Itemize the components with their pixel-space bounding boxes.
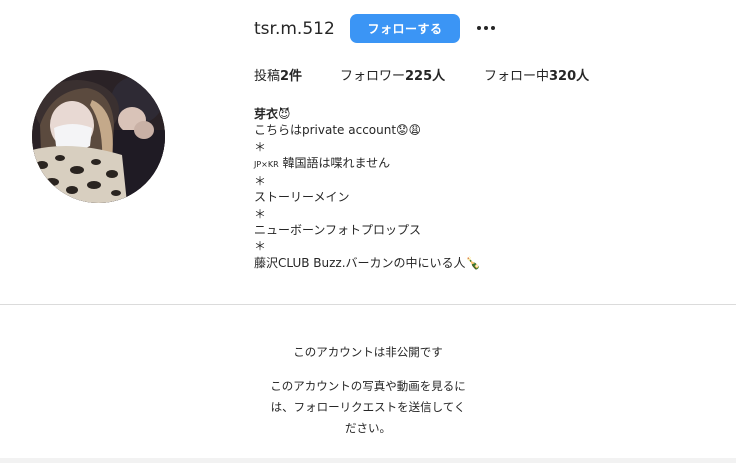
more-horizontal-icon (491, 26, 495, 30)
followers-stat[interactable]: フォロワー225人 (340, 68, 445, 86)
followers-label: フォロワー (340, 69, 406, 84)
followers-count: 225人 (405, 69, 446, 84)
more-horizontal-icon (484, 26, 488, 30)
display-name: 芽衣😈 (254, 107, 291, 121)
following-count: 320人 (549, 69, 590, 84)
following-label: フォロー中 (484, 69, 550, 84)
bio-line: JP×KR 韓国語は喋れません (254, 155, 481, 173)
divider (0, 304, 736, 305)
bio-text: 韓国語は喋れません (278, 155, 391, 170)
avatar-photo-icon (32, 70, 165, 203)
posts-count: 2件 (280, 69, 303, 84)
profile-page: tsr.m.512 フォローする 投稿2件 フォロワー225人 フォロー中320… (0, 0, 736, 463)
bio-line: ニューボーンフォトプロップス (254, 223, 422, 238)
bio-separator: ＊ (254, 139, 267, 154)
follow-button[interactable]: フォローする (350, 14, 460, 43)
bio: 芽衣😈 こちらはprivate account😟😩 ＊ JP×KR 韓国語は喋れ… (254, 106, 481, 271)
profile-avatar[interactable] (32, 70, 165, 203)
posts-stat: 投稿2件 (254, 68, 302, 86)
more-options-button[interactable] (474, 16, 498, 40)
private-account-title: このアカウントは非公開です (293, 345, 443, 359)
bottom-strip (0, 458, 736, 463)
following-stat[interactable]: フォロー中320人 (484, 68, 589, 86)
posts-label: 投稿 (254, 69, 281, 84)
bio-separator: ＊ (254, 206, 267, 221)
bio-line: ストーリーメイン (254, 190, 350, 205)
bio-line: こちらはprivate account😟😩 (254, 123, 422, 138)
private-account-description: このアカウントの写真や動画を見るには、フォローリクエストを送信してください。 (270, 379, 466, 435)
bio-line: 藤沢CLUB Buzz.バーカンの中にいる人🍾 (254, 255, 481, 270)
bio-separator: ＊ (254, 239, 267, 254)
username: tsr.m.512 (254, 19, 335, 39)
bio-separator: ＊ (254, 174, 267, 189)
bio-small-text: JP×KR (254, 159, 279, 169)
more-horizontal-icon (477, 26, 481, 30)
